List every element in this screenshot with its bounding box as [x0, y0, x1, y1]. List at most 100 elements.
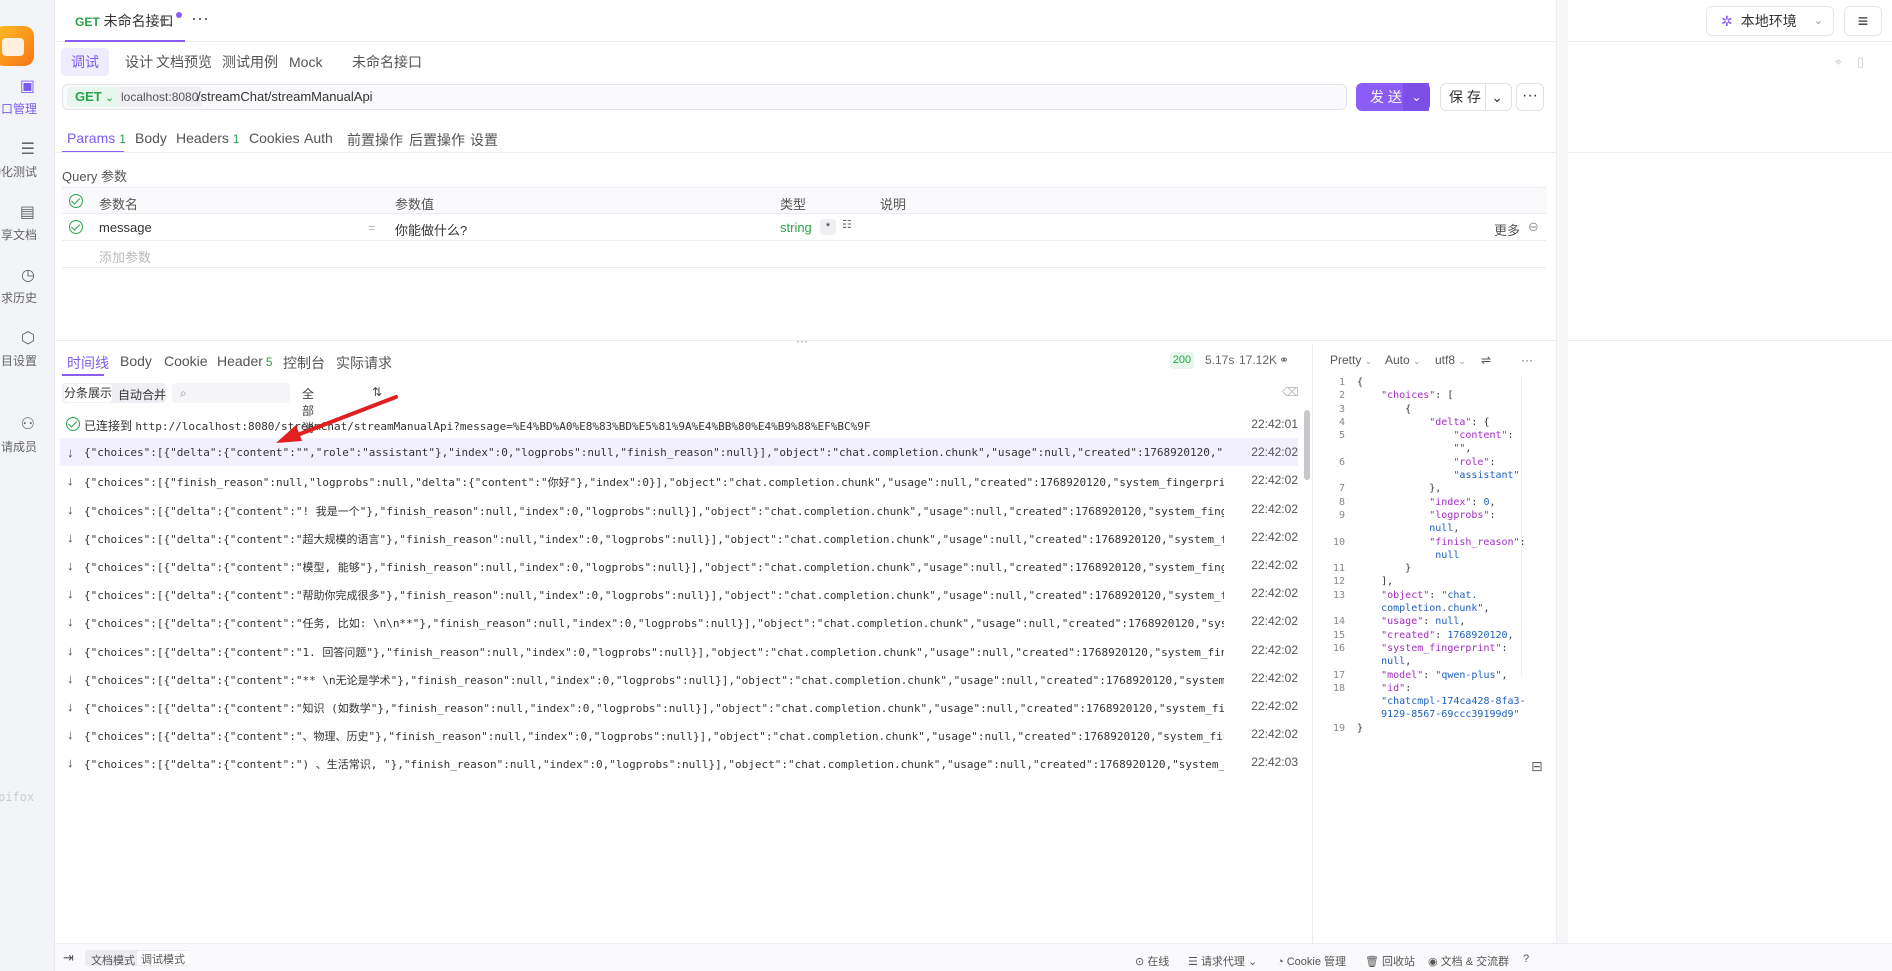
- pin-icon[interactable]: ⌖: [1835, 54, 1842, 70]
- globe-icon: ◉: [1428, 956, 1438, 968]
- remove-row-icon[interactable]: ⊖: [1528, 219, 1539, 235]
- sort-icon[interactable]: ⇅: [372, 385, 382, 399]
- format-select[interactable]: Pretty ⌄: [1330, 353, 1372, 367]
- param-value-input[interactable]: 你能做什么?: [395, 220, 467, 239]
- mode-switch[interactable]: 文档模式 调试模式: [85, 950, 189, 968]
- event-row[interactable]: ↓ {"choices":[{"delta":{"content":"! 我是一个…: [60, 495, 1298, 523]
- event-time: 22:42:02: [1251, 473, 1298, 488]
- collapse-sidebar-icon[interactable]: ⇥: [63, 950, 74, 966]
- url-path-input[interactable]: /streamChat/streamManualApi: [197, 85, 373, 109]
- req-tab-5[interactable]: 前置操作: [347, 130, 403, 150]
- resize-grip-icon[interactable]: ···: [796, 334, 808, 348]
- connected-event-row[interactable]: 已连接到 http://localhost:8080/streamChat/st…: [60, 410, 1298, 438]
- recycle-bin[interactable]: 🗑 回收站: [1365, 953, 1415, 969]
- more-link[interactable]: 更多: [1494, 220, 1520, 239]
- subtab-3[interactable]: 测试用例: [212, 48, 288, 76]
- event-row[interactable]: ↓ {"choices":[{"delta":{"content":"** \n无…: [60, 664, 1298, 692]
- event-row[interactable]: ↓ {"choices":[{"delta":{"content":"1. 回答问…: [60, 636, 1298, 664]
- event-row[interactable]: ↓ {"choices":[{"delta":{"content":"帮助你完成很…: [60, 579, 1298, 607]
- event-row[interactable]: ↓ {"choices":[{"delta":{"content":"模型, 能够…: [60, 551, 1298, 579]
- resp-tab-2[interactable]: Cookie: [164, 353, 208, 369]
- json-code: "model": "qwen-plus",: [1381, 669, 1508, 681]
- help-icon[interactable]: ?: [1523, 953, 1529, 965]
- json-code: "object": "chat. completion.chunk",: [1381, 589, 1490, 615]
- row-enabled-checkbox[interactable]: [69, 220, 83, 234]
- resp-tab-4[interactable]: 控制台: [283, 353, 325, 373]
- send-options-chevron-icon[interactable]: ⌄: [1403, 83, 1430, 111]
- req-tab-label: Cookies: [249, 130, 300, 146]
- resp-tab-5[interactable]: 实际请求: [336, 353, 392, 373]
- more-tabs-icon[interactable]: ···: [191, 8, 209, 29]
- hamburger-menu-icon[interactable]: ≡: [1844, 6, 1882, 36]
- doc-mode-option[interactable]: 文档模式: [91, 952, 135, 968]
- wrap-icon[interactable]: ⇌: [1481, 353, 1491, 367]
- line-number: 16: [1332, 642, 1345, 654]
- event-row[interactable]: ↓ {"choices":[{"delta":{"content":"","rol…: [60, 438, 1298, 467]
- resp-tab-0[interactable]: 时间线: [67, 353, 109, 373]
- environment-icon: ✲: [1721, 13, 1733, 29]
- event-row[interactable]: ↓ {"choices":[{"finish_reason":null,"logp…: [60, 466, 1298, 494]
- method-select[interactable]: GET ⌄: [67, 87, 122, 107]
- resp-tab-count: 5: [265, 355, 273, 369]
- settings-icon: ⬡: [21, 330, 35, 347]
- req-tab-2[interactable]: Headers 1: [176, 130, 240, 146]
- select-all-checkbox[interactable]: [69, 194, 83, 208]
- req-tab-7[interactable]: 设置: [470, 130, 498, 150]
- host-prefix[interactable]: localhost:8080: [117, 87, 203, 107]
- layout-toggle-icon[interactable]: ⊟: [1531, 758, 1543, 775]
- timeline-scrollbar[interactable]: [1304, 410, 1310, 480]
- trash-label: 回收站: [1382, 956, 1416, 968]
- resp-tab-1[interactable]: Body: [120, 353, 152, 369]
- online-status[interactable]: ⊙ 在线: [1135, 953, 1169, 969]
- add-param-row[interactable]: 添加参数: [62, 241, 1546, 268]
- json-line: 19}: [1327, 722, 1527, 735]
- debug-mode-option[interactable]: 调试模式: [137, 951, 189, 966]
- pane-splitter[interactable]: [55, 340, 1892, 341]
- proxy-select[interactable]: ☰ 请求代理 ⌄: [1188, 953, 1257, 969]
- display-mode-toggle[interactable]: 分条展示 自动合并: [62, 383, 166, 403]
- cookie-manager[interactable]: ◔ Cookie 管理: [1277, 953, 1346, 969]
- split-view-icon[interactable]: ▯: [1857, 54, 1864, 70]
- param-settings-icon[interactable]: ☷: [842, 218, 852, 231]
- param-name-input[interactable]: message: [99, 220, 152, 235]
- subtab-2[interactable]: 文档预览: [146, 48, 222, 76]
- new-tab-plus-icon[interactable]: +: [159, 10, 170, 31]
- event-row[interactable]: ↓ {"choices":[{"delta":{"content":"、物理、历史…: [60, 720, 1298, 748]
- api-name-title[interactable]: 未命名接口: [342, 48, 432, 76]
- event-payload: {"choices":[{"delta":{"content":"1. 回答问题…: [84, 645, 1224, 659]
- environment-select[interactable]: ✲ 本地环境 ⌄: [1706, 6, 1834, 36]
- req-tab-0[interactable]: Params 1: [67, 130, 126, 146]
- auto-merge-option[interactable]: 自动合并: [118, 386, 166, 403]
- share-icon[interactable]: ⚭: [1279, 353, 1289, 367]
- req-tab-1[interactable]: Body: [135, 130, 167, 146]
- url-bar[interactable]: GET ⌄ localhost:8080 /streamChat/streamM…: [62, 84, 1347, 110]
- req-tab-3[interactable]: Cookies: [249, 130, 300, 146]
- subtab-0[interactable]: 调试: [61, 48, 109, 76]
- subtab-4[interactable]: Mock: [279, 48, 332, 76]
- mode-select[interactable]: Auto ⌄: [1385, 353, 1421, 367]
- resp-tab-3[interactable]: Header 5: [217, 353, 273, 369]
- panel-more-icon[interactable]: ···: [1521, 353, 1533, 367]
- json-scrollbar[interactable]: [1521, 376, 1522, 676]
- required-toggle[interactable]: *: [820, 219, 836, 235]
- add-param-placeholder[interactable]: 添加参数: [99, 247, 151, 266]
- timeline-search-input[interactable]: ⌕: [172, 383, 290, 403]
- down-arrow-icon: ↓: [67, 557, 74, 573]
- event-row[interactable]: ↓ {"choices":[{"delta":{"content":"知识 (如数…: [60, 692, 1298, 720]
- more-options-icon[interactable]: ···: [1516, 83, 1544, 111]
- param-type-select[interactable]: string: [780, 220, 812, 235]
- split-display-option[interactable]: 分条展示: [64, 384, 112, 402]
- docs-community[interactable]: ◉ 文档 & 交流群: [1428, 953, 1509, 969]
- event-row[interactable]: ↓ {"choices":[{"delta":{"content":") 、生活常…: [60, 748, 1298, 776]
- save-label: 保 存: [1449, 89, 1481, 105]
- req-tab-4[interactable]: Auth: [304, 130, 333, 146]
- clear-icon[interactable]: ⌫: [1282, 385, 1299, 399]
- event-row[interactable]: ↓ {"choices":[{"delta":{"content":"任务, 比如…: [60, 607, 1298, 635]
- save-button[interactable]: 保 存 ⌄: [1440, 83, 1512, 111]
- save-options-chevron-icon[interactable]: ⌄: [1491, 84, 1503, 110]
- app-logo[interactable]: [0, 26, 34, 66]
- event-row[interactable]: ↓ {"choices":[{"delta":{"content":"超大规模的语…: [60, 523, 1298, 551]
- req-tab-6[interactable]: 后置操作: [409, 130, 465, 150]
- window-scrollbar[interactable]: [1556, 0, 1568, 971]
- encoding-select[interactable]: utf8 ⌄: [1435, 353, 1466, 367]
